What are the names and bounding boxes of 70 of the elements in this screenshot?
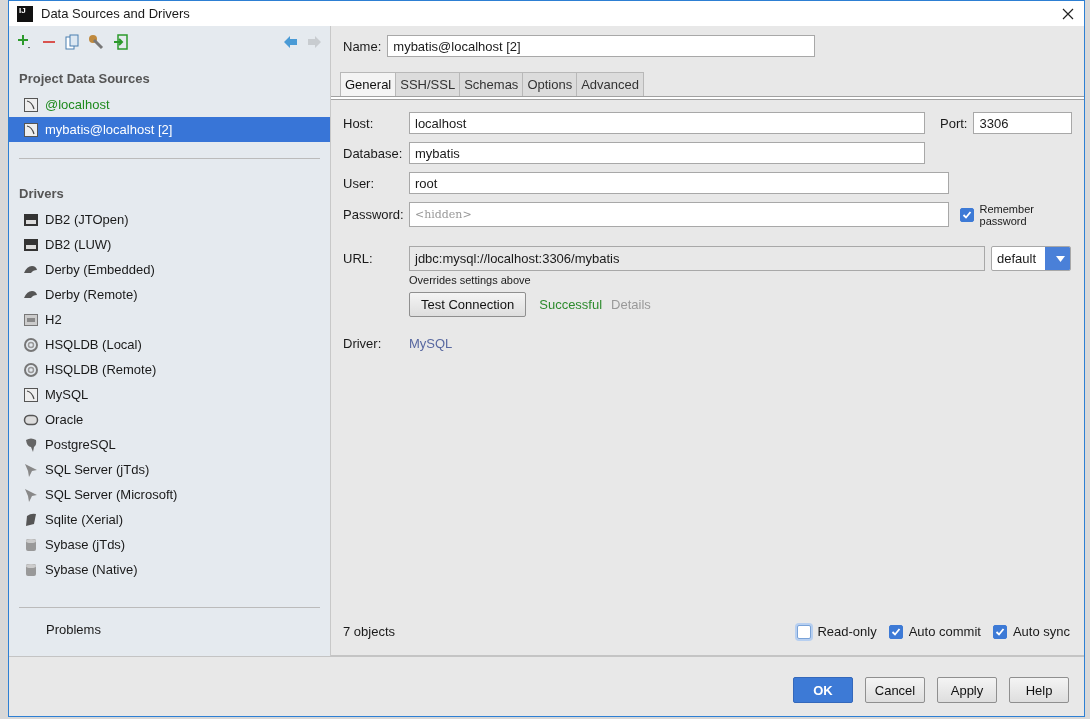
chip-icon <box>23 211 39 228</box>
checkbox-label: Auto sync <box>1012 624 1070 639</box>
tab[interactable]: SSH/SSL <box>395 72 461 96</box>
section-heading: Project Data Sources <box>19 71 151 86</box>
field-label: User: <box>343 175 376 191</box>
drum-icon <box>23 561 39 578</box>
url-mode-dropdown[interactable]: default <box>991 246 1071 271</box>
dialog-button[interactable]: Apply <box>937 677 997 703</box>
connection-status: Successful <box>539 297 603 312</box>
driver-item[interactable]: SQL Server (Microsoft) <box>9 482 330 507</box>
checkbox-label: Read-only <box>817 624 877 639</box>
drum-icon <box>23 536 39 553</box>
checkbox-label: Auto commit <box>908 624 981 639</box>
field-label: Port: <box>940 115 968 131</box>
driver-item[interactable]: DB2 (LUW) <box>9 232 330 257</box>
tab[interactable]: General <box>340 72 397 96</box>
dialog-button[interactable]: Cancel <box>865 677 925 703</box>
driver-item[interactable]: Sqlite (Xerial) <box>9 507 330 532</box>
host-field[interactable]: localhost <box>409 112 925 134</box>
driver-item[interactable]: SQL Server (jTds) <box>9 457 330 482</box>
add-icon[interactable] <box>17 34 33 50</box>
dialog-button[interactable]: Help <box>1009 677 1069 703</box>
section-heading: Drivers <box>19 186 65 201</box>
object-count: 7 objects <box>343 624 397 639</box>
dropdown-arrow-icon <box>1055 255 1065 262</box>
close-icon[interactable] <box>1062 7 1074 20</box>
driver-link[interactable]: MySQL <box>409 336 453 351</box>
checkbox[interactable] <box>797 624 812 639</box>
driver-item[interactable]: PostgreSQL <box>9 432 330 457</box>
test-connection-button[interactable]: Test Connection <box>409 292 527 317</box>
field-label: Name: <box>343 38 382 54</box>
driver-item[interactable]: HSQLDB (Remote) <box>9 357 330 382</box>
name-field[interactable]: mybatis@localhost [2] <box>387 35 816 57</box>
import-icon[interactable] <box>113 34 128 50</box>
field-label: URL: <box>343 251 374 266</box>
url-field[interactable]: jdbc:mysql://localhost:3306/mybatis <box>409 246 985 271</box>
driver-item[interactable]: Sybase (Native) <box>9 557 330 582</box>
checkbox[interactable] <box>992 624 1007 639</box>
driver-item[interactable]: Derby (Remote) <box>9 282 330 307</box>
user-field[interactable]: root <box>409 172 949 194</box>
back-arrow-icon[interactable] <box>283 35 298 49</box>
driver-item[interactable]: Sybase (jTds) <box>9 532 330 557</box>
driver-item[interactable]: Oracle <box>9 407 330 432</box>
driver-item[interactable]: Derby (Embedded) <box>9 257 330 282</box>
checkbox[interactable] <box>888 624 903 639</box>
driver-item[interactable]: DB2 (JTOpen) <box>9 207 330 232</box>
port-field[interactable]: 3306 <box>973 112 1073 134</box>
tab[interactable]: Options <box>522 72 578 96</box>
chip-icon <box>23 236 39 253</box>
copy-icon[interactable] <box>65 34 79 50</box>
square-icon <box>23 311 39 328</box>
dialog-button[interactable]: OK <box>793 677 853 703</box>
url-hint: Overrides settings above <box>409 274 532 286</box>
checkbox[interactable] <box>959 207 974 222</box>
tab[interactable]: Schemas <box>459 72 524 96</box>
field-label: Database: <box>343 145 404 161</box>
checkbox-label: Remember password <box>979 202 1035 227</box>
database-field[interactable]: mybatis <box>409 142 925 164</box>
driver-item[interactable]: H2 <box>9 307 330 332</box>
data-source-item[interactable]: mybatis@localhost [2] <box>9 117 330 142</box>
data-source-item[interactable]: @localhost <box>9 92 330 117</box>
field-label: Host: <box>343 115 375 131</box>
problems-item[interactable]: Problems <box>46 622 330 642</box>
window-title: Data Sources and Drivers <box>41 6 191 21</box>
driver-item[interactable]: MySQL <box>9 382 330 407</box>
tab[interactable]: Advanced <box>576 72 644 96</box>
field-label: Driver: <box>343 336 383 351</box>
field-label: Password: <box>343 207 405 222</box>
driver-item[interactable]: HSQLDB (Local) <box>9 332 330 357</box>
app-logo: IJ <box>17 5 33 22</box>
